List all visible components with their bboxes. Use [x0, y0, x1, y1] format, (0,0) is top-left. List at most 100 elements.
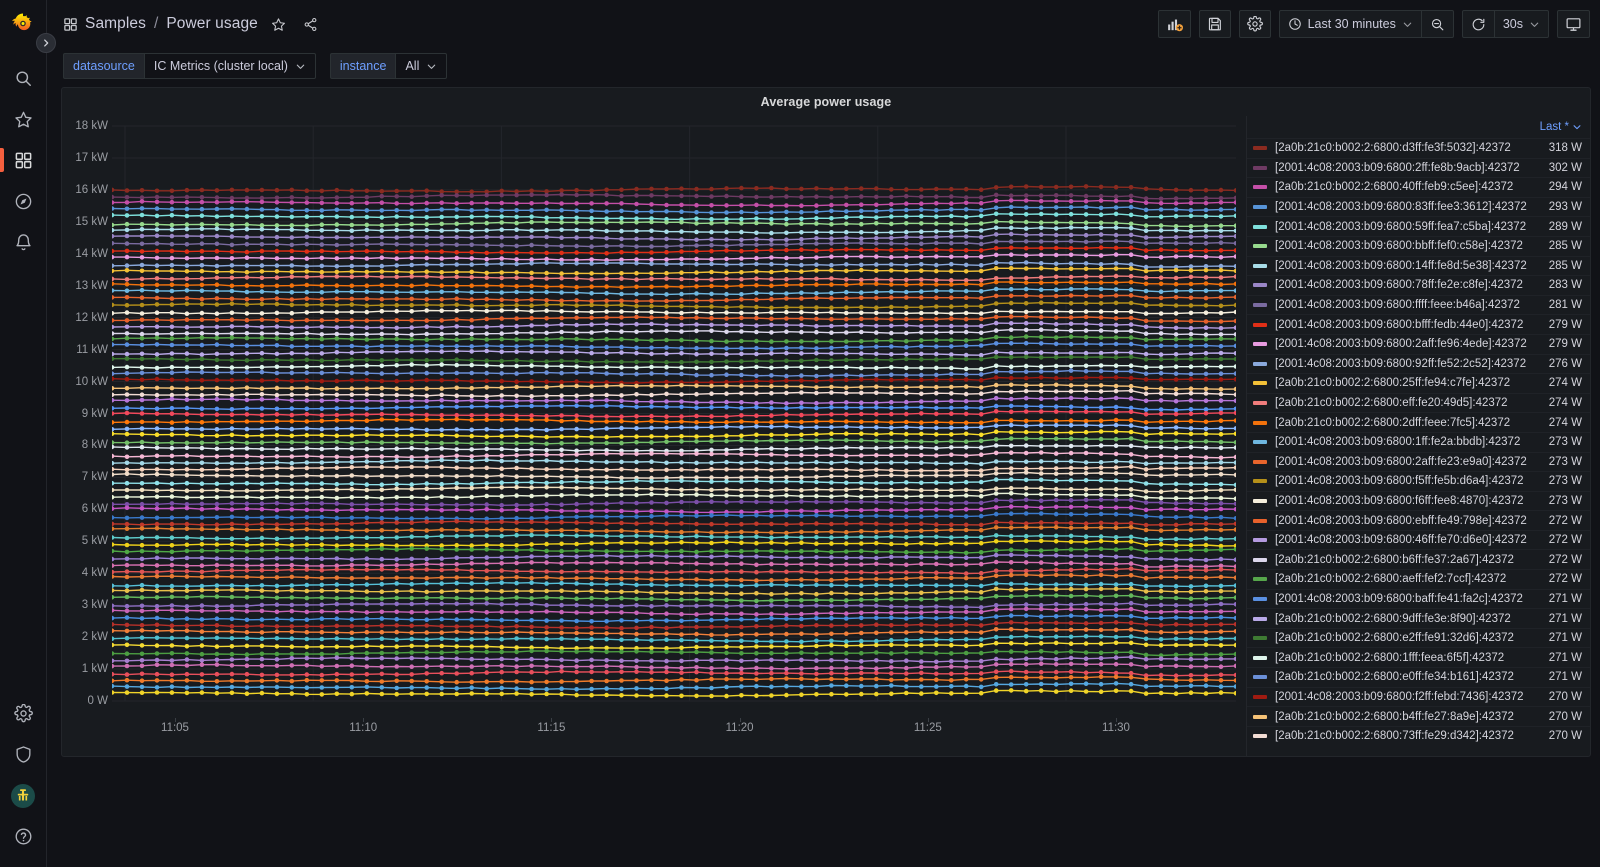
series-point	[244, 587, 250, 593]
series-point	[859, 411, 864, 417]
series-point	[739, 413, 744, 418]
series-point	[949, 452, 954, 458]
series-point	[949, 445, 954, 450]
series-point	[499, 250, 505, 255]
series-point	[799, 548, 804, 554]
series-point	[919, 351, 924, 357]
series-point	[289, 358, 295, 363]
variable-picker-datasource[interactable]: IC Metrics (cluster local)	[143, 53, 316, 79]
series-point	[349, 481, 355, 487]
series-point	[349, 188, 355, 194]
series-point	[799, 437, 804, 443]
series-point	[334, 601, 340, 607]
add-panel-button[interactable]	[1157, 10, 1191, 38]
series-point	[1218, 583, 1224, 589]
series-point	[169, 282, 175, 288]
refresh-interval-picker[interactable]: 30s	[1495, 11, 1548, 37]
series-point	[409, 464, 415, 470]
series-point	[199, 187, 205, 193]
series-point	[394, 194, 400, 199]
series-point	[514, 555, 519, 560]
variable-instance: instance All	[329, 53, 448, 79]
series-point	[454, 485, 460, 491]
time-range-picker[interactable]: Last 30 minutes	[1280, 11, 1421, 37]
series-point	[544, 200, 549, 206]
series-point	[349, 398, 355, 404]
series-point	[124, 295, 130, 300]
series-point	[1173, 419, 1179, 424]
sidebar-item-help[interactable]	[0, 816, 47, 857]
series-point	[889, 439, 894, 444]
series-point	[993, 301, 999, 306]
series-point	[1203, 482, 1209, 487]
series-line	[112, 451, 1236, 459]
series-point	[754, 591, 759, 596]
sidebar-item-explore[interactable]	[0, 181, 47, 222]
series-point	[709, 513, 714, 518]
dashboard-settings-button[interactable]	[1238, 10, 1271, 38]
series-point	[574, 303, 579, 308]
series-point	[499, 453, 505, 459]
breadcrumb-folder[interactable]: Samples	[85, 15, 146, 33]
series-point	[769, 508, 774, 514]
series-point	[679, 193, 684, 199]
series-point	[769, 203, 774, 208]
series-point	[214, 481, 220, 487]
series-point	[978, 311, 984, 316]
sidebar-item-alerting[interactable]	[0, 222, 47, 263]
series-point	[514, 441, 519, 446]
series-point	[1128, 512, 1134, 517]
nav-expand-button[interactable]	[36, 33, 56, 53]
star-dashboard-button[interactable]	[268, 13, 290, 35]
plot-area[interactable]	[112, 116, 1236, 716]
series-point	[589, 493, 594, 498]
variable-picker-instance[interactable]: All	[395, 53, 448, 79]
series-point	[1053, 593, 1059, 598]
series-point	[724, 329, 729, 335]
series-point	[604, 228, 609, 234]
series-point	[634, 314, 639, 320]
series-point	[739, 460, 744, 466]
series-point	[244, 568, 250, 573]
series-point	[978, 420, 984, 426]
sidebar-item-configuration[interactable]	[0, 693, 47, 734]
series-point	[574, 426, 579, 432]
series-point	[844, 583, 849, 588]
series-point	[709, 540, 714, 546]
zoom-out-time-button[interactable]	[1422, 11, 1453, 37]
series-point	[1023, 560, 1029, 565]
kiosk-mode-button[interactable]	[1557, 10, 1590, 38]
sidebar-item-starred[interactable]	[0, 99, 47, 140]
series-point	[274, 522, 280, 527]
series-point	[1068, 341, 1074, 347]
series-point	[679, 439, 684, 444]
series-point	[814, 255, 819, 260]
series-point	[274, 296, 280, 301]
series-point	[229, 296, 235, 302]
series-point	[274, 310, 280, 316]
series-point	[529, 588, 534, 594]
series-point	[1008, 293, 1014, 299]
sidebar-item-profile[interactable]	[0, 775, 47, 816]
series-point	[319, 616, 325, 621]
series-point	[499, 480, 505, 486]
series-point	[469, 581, 475, 586]
series-point	[934, 208, 939, 213]
series-point	[1068, 525, 1074, 531]
series-point	[859, 425, 864, 430]
series-point	[184, 604, 190, 609]
sidebar-item-search[interactable]	[0, 58, 47, 99]
refresh-button[interactable]	[1463, 11, 1494, 37]
series-point	[139, 419, 145, 425]
panel-title[interactable]: Average power usage	[62, 88, 1590, 116]
page-title[interactable]: Power usage	[166, 15, 258, 33]
sidebar-item-server-admin[interactable]	[0, 734, 47, 775]
series-point	[424, 188, 430, 193]
series-point	[919, 439, 924, 444]
series-point	[574, 533, 579, 538]
series-point	[484, 610, 490, 615]
series-point	[1023, 280, 1029, 285]
save-dashboard-button[interactable]	[1198, 10, 1231, 38]
sidebar-item-dashboards[interactable]	[0, 140, 47, 181]
share-dashboard-button[interactable]	[300, 13, 322, 35]
